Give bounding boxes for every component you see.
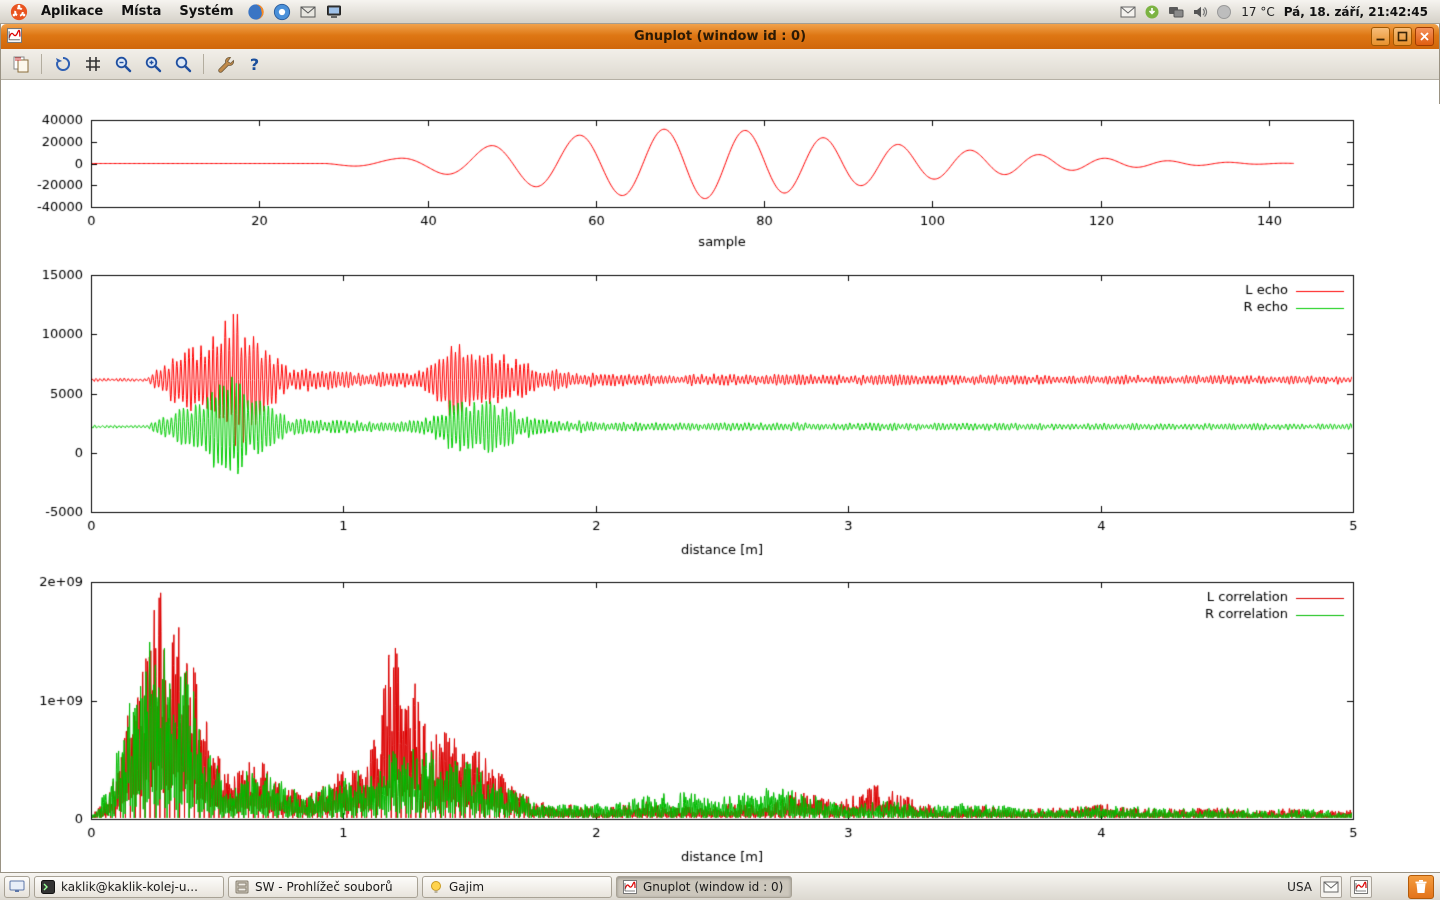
desktop: Aplikace Místa Systém bbox=[0, 0, 1440, 900]
trash-icon bbox=[1414, 879, 1428, 894]
taskbar-window-label: SW - Prohlížeč souborů bbox=[255, 880, 393, 894]
gnuplot-plots-canvas[interactable] bbox=[1, 104, 1440, 896]
taskbar-window-file-manager[interactable]: SW - Prohlížeč souborů bbox=[228, 876, 418, 898]
toolbar: ? bbox=[1, 49, 1439, 80]
mail-launcher-icon[interactable] bbox=[297, 1, 319, 23]
replot-icon bbox=[54, 55, 72, 73]
settings-button[interactable] bbox=[212, 52, 237, 77]
autoscale-icon bbox=[174, 55, 192, 73]
show-desktop-icon bbox=[9, 880, 25, 894]
terminal-launcher-icon[interactable] bbox=[323, 1, 345, 23]
minimize-button[interactable] bbox=[1371, 27, 1390, 46]
mail-icon bbox=[1323, 879, 1339, 895]
window-title: Gnuplot (window id : 0) bbox=[1, 29, 1439, 44]
plot-area bbox=[1, 104, 1440, 896]
gajim-icon bbox=[429, 880, 443, 894]
top-panel: Aplikace Místa Systém bbox=[0, 0, 1440, 24]
titlebar[interactable]: Gnuplot (window id : 0) bbox=[1, 24, 1439, 49]
taskbar-window-label: kaklik@kaklik-kolej-u... bbox=[61, 880, 198, 894]
zoom-next-button[interactable] bbox=[140, 52, 165, 77]
weather-tray-icon[interactable] bbox=[1214, 2, 1234, 22]
autoscale-button[interactable] bbox=[170, 52, 195, 77]
taskbar-window-gnuplot[interactable]: Gnuplot (window id : 0) bbox=[616, 876, 792, 898]
file-manager-icon bbox=[235, 880, 249, 894]
mail-notification-button[interactable] bbox=[1320, 876, 1342, 898]
copy-icon bbox=[12, 55, 30, 73]
maximize-button[interactable] bbox=[1393, 27, 1412, 46]
taskbar-window-gajim[interactable]: Gajim bbox=[422, 876, 612, 898]
copy-button[interactable] bbox=[8, 52, 33, 77]
taskbar-window-label: Gajim bbox=[449, 880, 484, 894]
trash-button[interactable] bbox=[1408, 875, 1434, 899]
gnuplot-icon bbox=[1354, 880, 1368, 894]
menu-aplikace[interactable]: Aplikace bbox=[32, 0, 112, 23]
ubuntu-menu-icon[interactable] bbox=[8, 1, 30, 23]
temperature-indicator: 17 °C bbox=[1241, 5, 1274, 19]
close-button[interactable] bbox=[1415, 27, 1434, 46]
volume-tray-icon[interactable] bbox=[1190, 2, 1210, 22]
mail-tray-icon[interactable] bbox=[1118, 2, 1138, 22]
help-button[interactable]: ? bbox=[242, 52, 267, 77]
toolbar-separator bbox=[203, 54, 204, 74]
gnuplot-icon bbox=[623, 880, 637, 894]
grid-icon bbox=[84, 55, 102, 73]
terminal-icon bbox=[41, 880, 55, 894]
window-controls bbox=[1371, 27, 1434, 46]
firefox-launcher-icon[interactable] bbox=[245, 1, 267, 23]
taskbar: kaklik@kaklik-kolej-u... SW - Prohlížeč … bbox=[0, 872, 1440, 900]
toolbar-separator bbox=[41, 54, 42, 74]
display-tray-icon[interactable] bbox=[1166, 2, 1186, 22]
help-launcher-icon[interactable] bbox=[271, 1, 293, 23]
update-tray-icon[interactable] bbox=[1142, 2, 1162, 22]
zoom-next-icon bbox=[144, 55, 162, 73]
menu-mista[interactable]: Místa bbox=[112, 0, 170, 23]
zoom-previous-icon bbox=[114, 55, 132, 73]
replot-button[interactable] bbox=[50, 52, 75, 77]
zoom-previous-button[interactable] bbox=[110, 52, 135, 77]
menu-system[interactable]: Systém bbox=[170, 0, 242, 23]
keyboard-layout-indicator[interactable]: USA bbox=[1287, 880, 1312, 894]
show-desktop-button[interactable] bbox=[4, 876, 30, 898]
settings-icon bbox=[216, 55, 234, 73]
taskbar-right: USA bbox=[1287, 875, 1436, 899]
clock[interactable]: Pá, 18. září, 21:42:45 bbox=[1284, 5, 1428, 19]
grid-button[interactable] bbox=[80, 52, 105, 77]
gnuplot-tray-button[interactable] bbox=[1350, 876, 1372, 898]
panel-left: Aplikace Místa Systém bbox=[6, 0, 347, 23]
gnuplot-window: Gnuplot (window id : 0) bbox=[0, 24, 1440, 872]
panel-tray: 17 °C Pá, 18. září, 21:42:45 bbox=[1116, 0, 1434, 23]
taskbar-window-terminal[interactable]: kaklik@kaklik-kolej-u... bbox=[34, 876, 224, 898]
taskbar-window-label: Gnuplot (window id : 0) bbox=[643, 880, 783, 894]
